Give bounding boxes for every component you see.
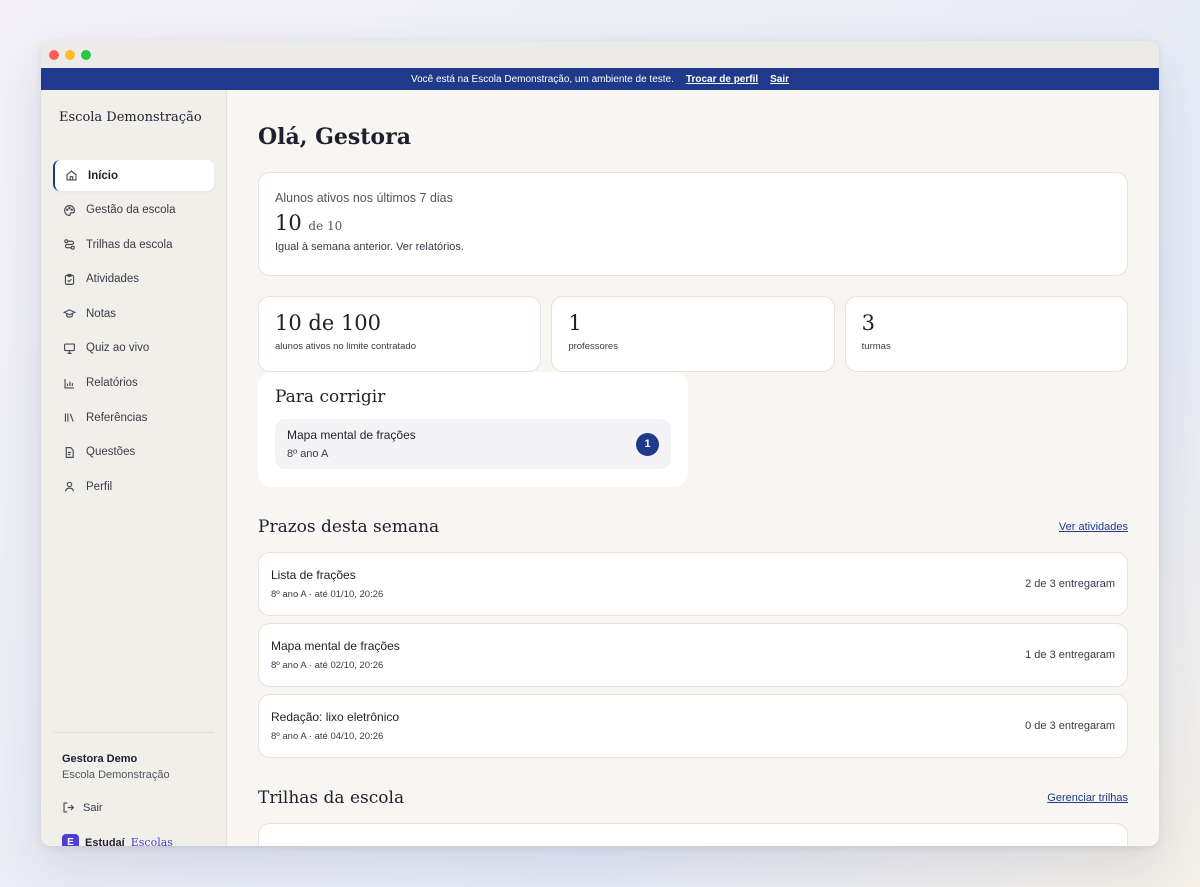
switch-profile-link[interactable]: Trocar de perfil [686, 74, 758, 85]
bar-chart-icon [63, 377, 76, 390]
to-correct-card: Para corrigir Mapa mental de frações 8º … [258, 372, 688, 487]
banner-logout-link[interactable]: Sair [770, 74, 789, 85]
deadline-title: Lista de frações [271, 568, 356, 582]
maximize-window-button[interactable] [81, 49, 91, 60]
stat-caption: professores [568, 341, 618, 352]
palette-icon [63, 204, 76, 217]
deadline-item[interactable]: Redação: lixo eletrônico 8º ano A · até … [258, 694, 1128, 758]
sidebar-logout-button[interactable]: Sair [53, 801, 214, 814]
sidebar-item-label: Quiz ao vivo [86, 342, 150, 355]
active-students-card: Alunos ativos nos últimos 7 dias 10 de 1… [258, 172, 1128, 276]
user-school: Escola Demonstração [62, 769, 170, 781]
home-icon [65, 169, 78, 182]
sidebar-item-referencias[interactable]: Referências [53, 402, 214, 433]
to-correct-title: Para corrigir [275, 387, 386, 407]
logout-icon [62, 801, 75, 814]
sidebar-item-label: Atividades [86, 273, 140, 286]
stat-card-teachers: 1 professores [551, 296, 835, 372]
trails-header: Trilhas da escola Gerenciar trilhas [258, 788, 1128, 808]
to-correct-item[interactable]: Mapa mental de frações 8º ano A 1 [275, 419, 671, 469]
graduation-cap-icon [63, 307, 76, 320]
stat-card-classes: 3 turmas [844, 296, 1128, 372]
sidebar-item-label: Gestão da escola [86, 204, 176, 217]
stat-caption: turmas [861, 341, 891, 352]
see-activities-link[interactable]: Ver atividades [1059, 521, 1128, 533]
deadlines-header: Prazos desta semana Ver atividades [258, 517, 1128, 537]
deadline-subtitle: 8º ano A · até 01/10, 20:26 [271, 589, 384, 600]
deadline-title: Mapa mental de frações [271, 639, 400, 653]
user-name: Gestora Demo [62, 753, 138, 765]
sidebar-item-label: Questões [86, 446, 136, 459]
deadline-item[interactable]: Lista de frações 8º ano A · até 01/10, 2… [258, 552, 1128, 616]
active-students-count: 10 [275, 211, 302, 235]
sidebar-item-relatorios[interactable]: Relatórios [53, 368, 214, 399]
clipboard-icon [63, 273, 76, 286]
school-brand: Escola Demonstração [59, 110, 202, 125]
deadline-subtitle: 8º ano A · até 02/10, 20:26 [271, 660, 384, 671]
sidebar-item-label: Início [88, 169, 119, 182]
library-icon [63, 411, 76, 424]
logout-label: Sair [83, 801, 103, 814]
route-icon [63, 238, 76, 251]
sidebar: Escola Demonstração Início Gestão da esc… [41, 90, 227, 846]
sidebar-item-label: Trilhas da escola [86, 238, 173, 251]
logo-mark-icon: E [62, 834, 79, 846]
deadline-status: 0 de 3 entregaram [1025, 720, 1115, 732]
test-environment-banner: Você está na Escola Demonstração, um amb… [41, 68, 1159, 90]
sidebar-item-perfil[interactable]: Perfil [53, 471, 214, 502]
deadline-item[interactable]: Mapa mental de frações 8º ano A · até 02… [258, 623, 1128, 687]
file-text-icon [63, 446, 76, 459]
sidebar-item-notas[interactable]: Notas [53, 298, 214, 329]
stat-value: 1 [568, 311, 582, 335]
manage-trails-link[interactable]: Gerenciar trilhas [1047, 792, 1128, 804]
active-students-note: Igual à semana anterior. Ver relatórios. [275, 241, 464, 253]
stat-value: 3 [861, 311, 876, 335]
window-titlebar [41, 41, 1159, 68]
sidebar-item-questoes[interactable]: Questões [53, 437, 214, 468]
stat-caption: alunos ativos no limite contratado [275, 341, 416, 352]
app-logo: E Estudaí Escolas [53, 834, 214, 846]
deadlines-list: Lista de frações 8º ano A · até 01/10, 2… [258, 552, 1128, 758]
sidebar-footer: Gestora Demo Escola Demonstração Sair E … [53, 732, 214, 846]
deadline-title: Redação: lixo eletrônico [271, 710, 400, 724]
user-icon [63, 480, 76, 493]
active-students-label: Alunos ativos nos últimos 7 dias [275, 191, 453, 205]
browser-window: Você está na Escola Demonstração, um amb… [41, 41, 1159, 846]
sidebar-item-gestao-da-escola[interactable]: Gestão da escola [53, 195, 214, 226]
sidebar-item-atividades[interactable]: Atividades [53, 264, 214, 295]
main-content: Olá, Gestora Alunos ativos nos últimos 7… [227, 90, 1159, 846]
active-students-value: 10 de 10 [275, 211, 1111, 235]
logo-name: Estudaí [85, 836, 125, 847]
banner-text: Você está na Escola Demonstração, um amb… [410, 73, 674, 85]
close-window-button[interactable] [49, 49, 59, 60]
active-students-total: de 10 [308, 219, 343, 233]
trail-card[interactable] [258, 823, 1128, 846]
stats-row: 10 de 100 alunos ativos no limite contra… [258, 296, 1128, 372]
stat-value: 10 de 100 [275, 311, 382, 335]
to-correct-item-title: Mapa mental de frações [287, 428, 416, 442]
sidebar-item-quiz-ao-vivo[interactable]: Quiz ao vivo [53, 333, 214, 364]
sidebar-item-inicio[interactable]: Início [53, 160, 214, 191]
to-correct-item-class: 8º ano A [287, 448, 329, 460]
page-title: Olá, Gestora [258, 124, 411, 150]
sidebar-item-label: Relatórios [86, 377, 138, 390]
sidebar-nav: Início Gestão da escola Trilhas da escol… [53, 160, 214, 504]
sidebar-item-label: Perfil [86, 480, 113, 493]
deadline-status: 2 de 3 entregaram [1025, 578, 1115, 590]
sidebar-item-label: Notas [86, 307, 117, 320]
deadline-status: 1 de 3 entregaram [1025, 649, 1115, 661]
presentation-icon [63, 342, 76, 355]
deadline-subtitle: 8º ano A · até 04/10, 20:26 [271, 731, 384, 742]
sidebar-item-trilhas-da-escola[interactable]: Trilhas da escola [53, 229, 214, 260]
stat-card-students: 10 de 100 alunos ativos no limite contra… [258, 296, 542, 372]
logo-subtitle: Escolas [130, 836, 173, 846]
to-correct-count-badge: 1 [636, 432, 659, 456]
sidebar-item-label: Referências [86, 411, 148, 424]
minimize-window-button[interactable] [65, 49, 75, 60]
deadlines-title: Prazos desta semana [258, 517, 440, 537]
trails-title: Trilhas da escola [258, 788, 405, 808]
